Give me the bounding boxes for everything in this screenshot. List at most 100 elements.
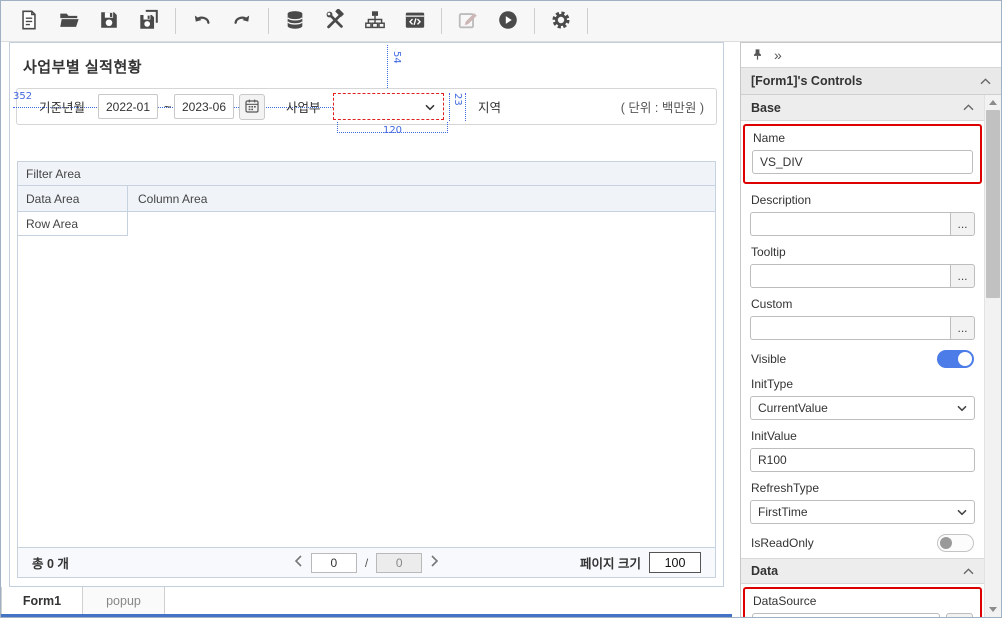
scroll-up-button[interactable]	[985, 95, 1001, 110]
division-combobox[interactable]	[333, 93, 444, 120]
custom-input[interactable]	[750, 316, 951, 340]
prev-page-button[interactable]	[294, 555, 303, 570]
total-count-label: 총 0 개	[32, 557, 69, 571]
form-canvas: 사업부별 실적현황 54 352 기준년월 ~ 사업부	[9, 42, 724, 587]
settings-button[interactable]	[543, 5, 579, 37]
triangle-down-icon	[989, 607, 997, 612]
hierarchy-icon	[364, 9, 386, 34]
edit-button[interactable]	[450, 5, 486, 37]
controls-header[interactable]: [Form1]'s Controls	[741, 68, 1001, 95]
undo-button[interactable]	[184, 5, 220, 37]
hierarchy-button[interactable]	[357, 5, 393, 37]
name-input[interactable]	[752, 150, 973, 174]
dimension-height: 23	[449, 93, 466, 121]
base-fields: Name Description ... Tooltip ...	[741, 124, 984, 552]
redo-icon	[231, 9, 253, 34]
save-icon	[98, 9, 120, 34]
run-icon	[497, 9, 519, 34]
division-label: 사업부	[286, 101, 321, 115]
properties-panel: » [Form1]'s Controls Base Name VS_DIV De…	[740, 42, 1001, 617]
page-size-group: 페이지 크기	[580, 552, 701, 573]
refreshtype-select[interactable]: FirstTime	[750, 500, 975, 524]
undo-icon	[191, 9, 213, 34]
save-all-button[interactable]	[131, 5, 167, 37]
code-editor-button[interactable]	[397, 5, 433, 37]
pin-icon	[751, 48, 764, 63]
date-range-separator: ~	[164, 99, 172, 114]
tools-button[interactable]	[317, 5, 353, 37]
pin-button[interactable]	[751, 48, 764, 63]
date-to-input[interactable]	[174, 94, 234, 119]
isreadonly-toggle[interactable]	[937, 534, 974, 552]
column-area-cell[interactable]: Column Area	[128, 186, 715, 211]
inittype-label: InitType	[751, 377, 794, 391]
initvalue-label: InitValue	[751, 429, 797, 443]
isreadonly-row: IsReadOnly	[751, 534, 974, 552]
dimension-left-offset: 352	[13, 91, 33, 102]
chevron-down-icon	[425, 98, 435, 116]
chevron-right-icon	[430, 555, 439, 570]
toolbar-separator	[175, 8, 176, 34]
chevron-down-icon	[957, 509, 967, 516]
new-document-button[interactable]	[11, 5, 47, 37]
code-editor-icon	[404, 9, 426, 34]
row-area-cell[interactable]: Row Area	[18, 212, 128, 236]
custom-ellipsis-button[interactable]: ...	[950, 316, 975, 340]
grid-header-row: Data Area Column Area	[18, 186, 715, 212]
dimension-width: 120	[382, 125, 403, 136]
tooltip-ellipsis-button[interactable]: ...	[950, 264, 975, 288]
calendar-icon	[244, 98, 260, 117]
page-size-input[interactable]	[649, 552, 701, 573]
tooltip-input[interactable]	[750, 264, 951, 288]
datasource-select[interactable]: 사업부	[752, 613, 940, 617]
toolbar-separator	[534, 8, 535, 34]
redo-button[interactable]	[224, 5, 260, 37]
scroll-down-button[interactable]	[985, 602, 1001, 617]
section-data[interactable]: Data	[741, 558, 984, 584]
database-icon	[284, 9, 306, 34]
collapse-panel-button[interactable]: »	[774, 48, 782, 62]
tab-popup[interactable]: popup	[83, 587, 165, 614]
toolbar-separator	[268, 8, 269, 34]
visible-toggle[interactable]	[937, 350, 974, 368]
form-title: 사업부별 실적현황	[23, 59, 143, 76]
designer-column: 사업부별 실적현황 54 352 기준년월 ~ 사업부	[1, 42, 732, 617]
double-chevron-right-icon: »	[774, 47, 782, 63]
panel-content: Base Name Description ... T	[741, 95, 984, 617]
scrollbar-thumb[interactable]	[986, 110, 1000, 298]
inittype-select[interactable]: CurrentValue	[750, 396, 975, 420]
grid-row-area-row: Row Area	[18, 212, 715, 236]
visible-label: Visible	[751, 352, 787, 366]
tools-icon	[324, 8, 346, 34]
date-from-input[interactable]	[98, 94, 158, 119]
visible-row: Visible	[751, 350, 974, 368]
tab-form1[interactable]: Form1	[1, 587, 83, 614]
dimension-top-offset: 54	[391, 51, 402, 64]
chevron-down-icon	[957, 405, 967, 412]
chevron-up-icon	[963, 104, 974, 111]
calendar-button[interactable]	[239, 94, 265, 120]
current-page-input[interactable]	[310, 552, 357, 573]
description-ellipsis-button[interactable]: ...	[950, 212, 975, 236]
section-base[interactable]: Base	[741, 95, 984, 121]
custom-row: ...	[750, 316, 975, 340]
tooltip-row: ...	[750, 264, 975, 288]
save-button[interactable]	[91, 5, 127, 37]
dimension-line-vertical	[387, 45, 388, 90]
description-input[interactable]	[750, 212, 951, 236]
next-page-button[interactable]	[430, 555, 439, 570]
form-tabstrip: Form1 popup	[1, 587, 732, 614]
panel-scrollbar[interactable]	[984, 95, 1001, 617]
database-button[interactable]	[277, 5, 313, 37]
total-pages-input	[376, 552, 423, 573]
data-area-cell[interactable]: Data Area	[18, 186, 128, 211]
initvalue-input[interactable]	[750, 448, 975, 472]
filter-area-cell[interactable]: Filter Area	[18, 162, 715, 186]
toolbar-separator	[441, 8, 442, 34]
toggle-knob	[940, 537, 952, 549]
save-all-icon	[138, 9, 160, 34]
datasource-ellipsis-button[interactable]: ...	[946, 613, 973, 617]
open-folder-button[interactable]	[51, 5, 87, 37]
chevron-up-icon	[980, 77, 991, 85]
run-button[interactable]	[490, 5, 526, 37]
